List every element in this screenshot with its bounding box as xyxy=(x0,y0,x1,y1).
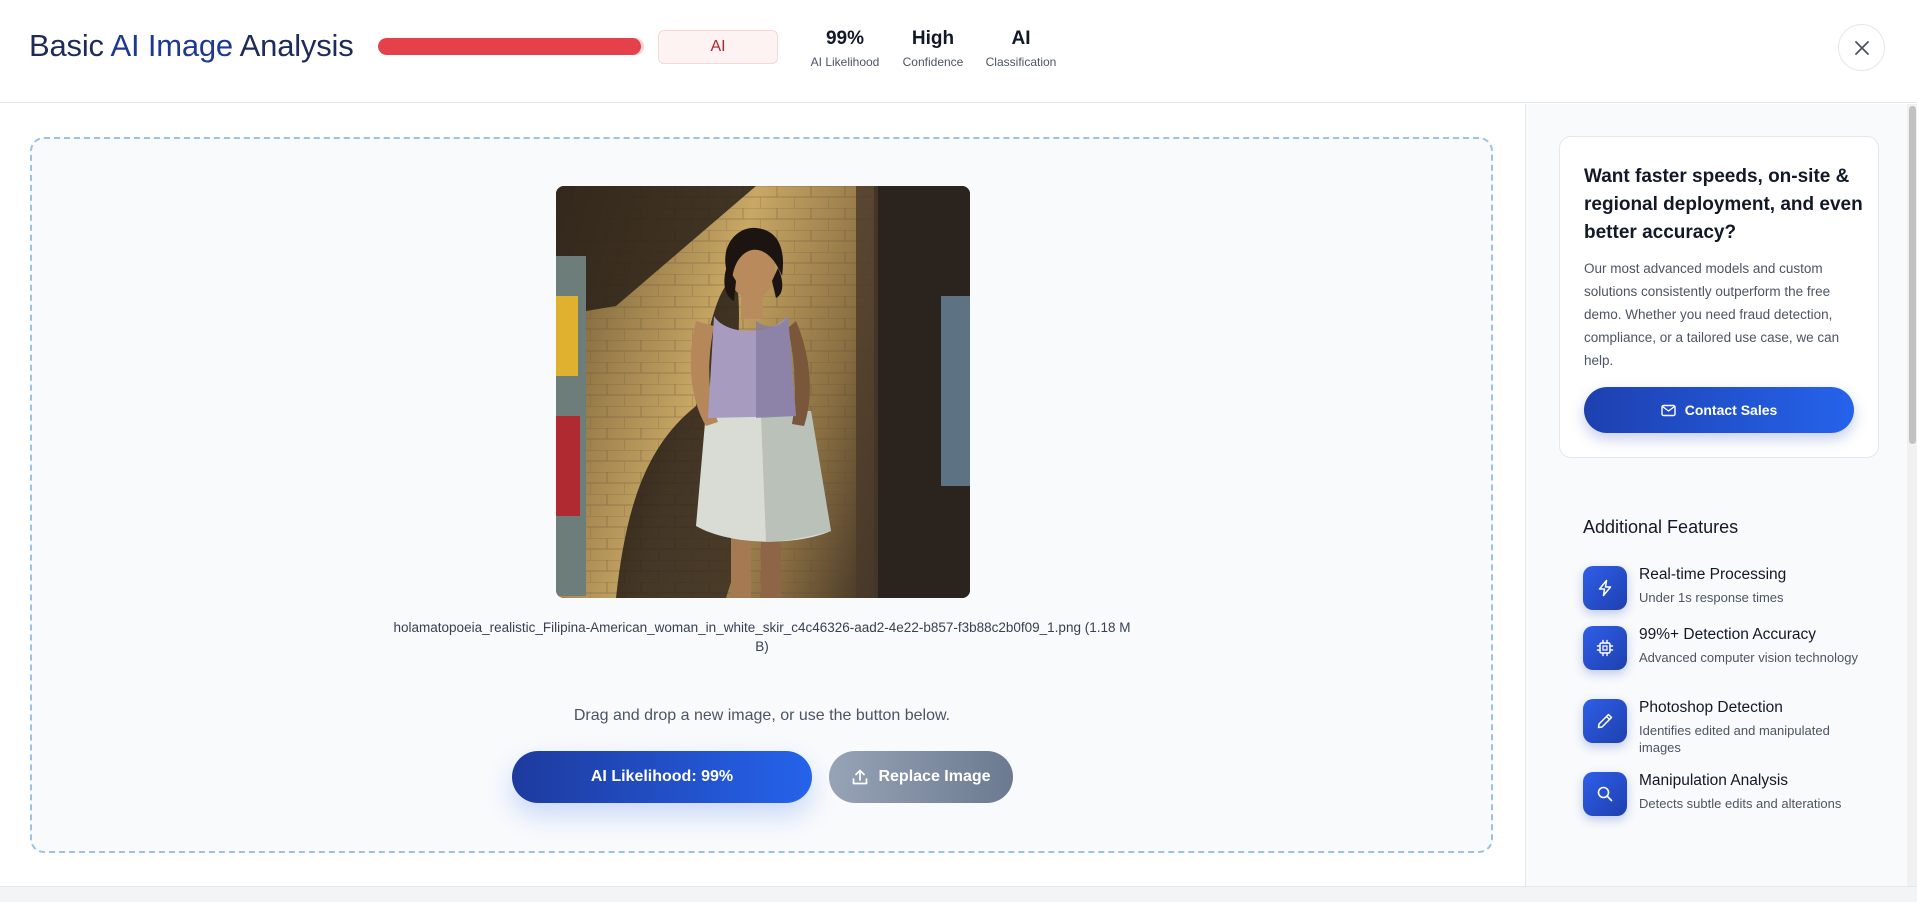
stat-ai-likelihood: 99% AI Likelihood xyxy=(805,28,885,69)
ai-likelihood-bar xyxy=(378,38,644,55)
cta-heading: Want faster speeds, on-site & regional d… xyxy=(1584,166,1863,243)
stat-value: High xyxy=(911,28,955,49)
page-bottom-edge xyxy=(0,886,1917,902)
title-prefix: Basic xyxy=(29,28,111,63)
features-title: Additional Features xyxy=(1583,517,1739,537)
stat-label: Classification xyxy=(985,55,1057,69)
drag-drop-hint: Drag and drop a new image, or use the bu… xyxy=(573,707,951,724)
title-accent: AI Image xyxy=(110,28,234,63)
image-dropzone[interactable]: holamatopoeia_realistic_Filipina-America… xyxy=(30,137,1493,853)
sales-cta-card: Want faster speeds, on-site & regional d… xyxy=(1559,136,1879,458)
uploaded-image-preview xyxy=(556,186,970,598)
feature-desc: Under 1s response times xyxy=(1639,590,1784,605)
feature-icon-box xyxy=(1583,699,1627,743)
stat-label: AI Likelihood xyxy=(810,55,880,69)
feature-title: Manipulation Analysis xyxy=(1639,772,1789,789)
pencil-icon xyxy=(1597,713,1613,729)
feature-desc: Advanced computer vision technology xyxy=(1639,650,1858,665)
contact-sales-label: Contact Sales xyxy=(1684,402,1778,418)
feature-icon-box xyxy=(1583,626,1627,670)
replace-image-button[interactable]: Replace Image xyxy=(829,751,1013,803)
contact-sales-button[interactable]: Contact Sales xyxy=(1584,387,1854,433)
stat-value: AI xyxy=(1011,28,1031,49)
feature-title: Real-time Processing xyxy=(1639,566,1787,583)
feature-title: 99%+ Detection Accuracy xyxy=(1639,626,1817,643)
bolt-icon xyxy=(1598,579,1612,597)
ai-likelihood-bar-fill xyxy=(378,38,642,55)
cta-text: Our most advanced models and custom solu… xyxy=(1584,261,1840,368)
image-filename: holamatopoeia_realistic_Filipina-America… xyxy=(393,620,1131,654)
ai-likelihood-button[interactable]: AI Likelihood: 99% xyxy=(512,751,812,803)
stat-classification: AI Classification xyxy=(982,28,1060,69)
feature-title: Photoshop Detection xyxy=(1639,699,1783,716)
feature-desc: Identifies edited and manipulated images xyxy=(1639,723,1830,755)
upload-icon xyxy=(853,769,868,785)
feature-icon-box xyxy=(1583,566,1627,610)
page-title: Basic AI Image Analysis xyxy=(29,28,354,64)
header: Basic AI Image Analysis AI 99% AI Likeli… xyxy=(0,0,1917,103)
stat-label: Confidence xyxy=(902,55,964,69)
sidebar: Want faster speeds, on-site & regional d… xyxy=(1525,104,1917,886)
search-icon xyxy=(1597,786,1613,802)
mail-icon xyxy=(1661,404,1676,416)
stat-confidence: High Confidence xyxy=(898,28,968,69)
replace-image-label: Replace Image xyxy=(878,768,991,785)
close-icon xyxy=(1854,40,1869,55)
feature-desc: Detects subtle edits and alterations xyxy=(1639,796,1842,811)
close-button[interactable] xyxy=(1838,24,1885,71)
feature-icon-box xyxy=(1583,772,1627,816)
photo-illustration xyxy=(556,186,970,598)
classification-badge: AI xyxy=(658,30,778,64)
chip-icon xyxy=(1596,639,1614,657)
stat-value: 99% xyxy=(825,28,865,49)
sidebar-scrollbar-thumb[interactable] xyxy=(1909,106,1916,444)
title-suffix: Analysis xyxy=(232,28,354,63)
